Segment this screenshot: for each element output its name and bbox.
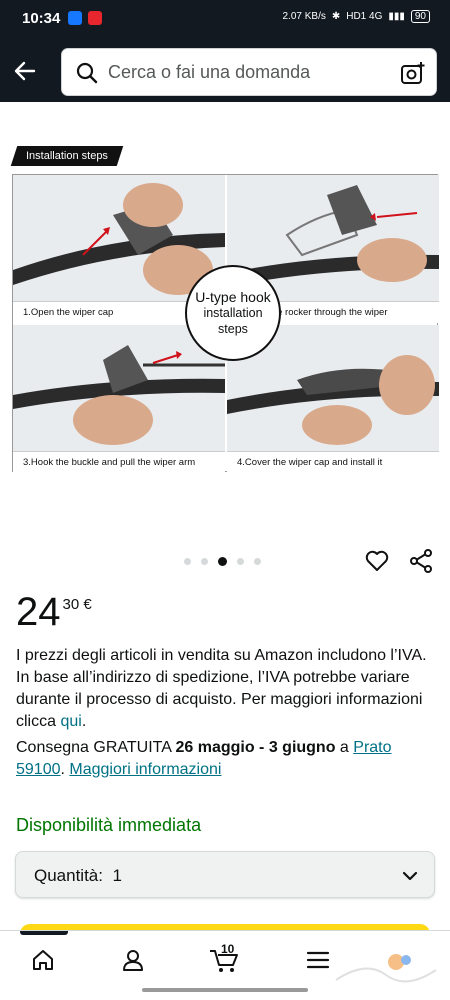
signal-icon: ▮▮▮ <box>388 11 405 22</box>
vat-notice: I prezzi degli articoli in vendita su Am… <box>16 647 427 730</box>
step-3-caption: 3.Hook the buckle and pull the wiper arm <box>13 451 225 473</box>
status-bar: 10:34 2.07 KB/s ✱ HD1 4G ▮▮▮ 90 <box>0 0 450 40</box>
carousel-dot[interactable] <box>237 558 244 565</box>
price-fraction: 30 € <box>62 596 92 613</box>
carousel-dot[interactable] <box>184 558 191 565</box>
step-1-illustration <box>13 183 225 295</box>
cart-count-badge: 10 <box>221 942 235 956</box>
system-home-indicator <box>142 988 308 992</box>
step-3-illustration <box>13 345 225 445</box>
camera-icon[interactable] <box>400 60 426 86</box>
u-hook-badge: U-type hook installation steps <box>185 265 281 361</box>
search-header <box>0 40 450 102</box>
network-speed: 2.07 KB/s <box>282 11 326 22</box>
installation-steps-image: 1.Open the wiper cap 2.Push the rocker t… <box>12 174 439 473</box>
quantity-value: 1 <box>112 866 122 885</box>
search-icon <box>76 62 98 84</box>
vat-info-link[interactable]: qui <box>60 713 81 730</box>
quantity-selector[interactable]: Quantità: 1 <box>15 851 435 898</box>
delivery-dates: 26 maggio - 3 giugno <box>175 739 336 756</box>
back-arrow-icon[interactable] <box>12 58 38 84</box>
alipay-notification-icon <box>68 11 82 25</box>
battery-level: 90 <box>410 10 430 23</box>
chevron-down-icon <box>402 871 418 881</box>
watermark-logo <box>335 954 437 983</box>
heart-icon[interactable] <box>364 548 390 574</box>
product-price: 24 30 € <box>16 590 92 634</box>
product-image-gallery[interactable]: Installation steps 1.Open the wiper cap <box>0 102 450 540</box>
bluetooth-icon: ✱ <box>331 11 341 22</box>
installation-steps-tag: Installation steps <box>10 146 124 166</box>
delivery-info: Consegna GRATUITA 26 maggio - 3 giugno a… <box>16 739 392 778</box>
carousel-dot-active[interactable] <box>218 557 227 566</box>
home-icon[interactable] <box>30 947 56 973</box>
search-input[interactable] <box>108 49 388 95</box>
carousel-dot[interactable] <box>254 558 261 565</box>
search-box[interactable] <box>61 48 437 96</box>
nav-active-indicator <box>20 931 68 935</box>
carousel-dot[interactable] <box>201 558 208 565</box>
delivery-more-info-link[interactable]: Maggiori informazioni <box>69 761 221 778</box>
network-type: HD1 4G <box>346 11 383 22</box>
step-4-caption: 4.Cover the wiper cap and install it <box>227 451 439 473</box>
share-icon[interactable] <box>408 548 434 574</box>
carousel-dots <box>184 557 261 566</box>
price-integer: 24 <box>16 590 61 634</box>
status-indicators: 2.07 KB/s ✱ HD1 4G ▮▮▮ 90 <box>282 10 430 23</box>
status-time: 10:34 <box>22 10 61 27</box>
quantity-label: Quantità: 1 <box>34 866 122 885</box>
availability-status: Disponibilità immediata <box>16 815 202 835</box>
step-panel-3: 3.Hook the buckle and pull the wiper arm <box>13 325 225 473</box>
account-icon[interactable] <box>120 947 146 973</box>
app-notification-icon <box>88 11 102 25</box>
